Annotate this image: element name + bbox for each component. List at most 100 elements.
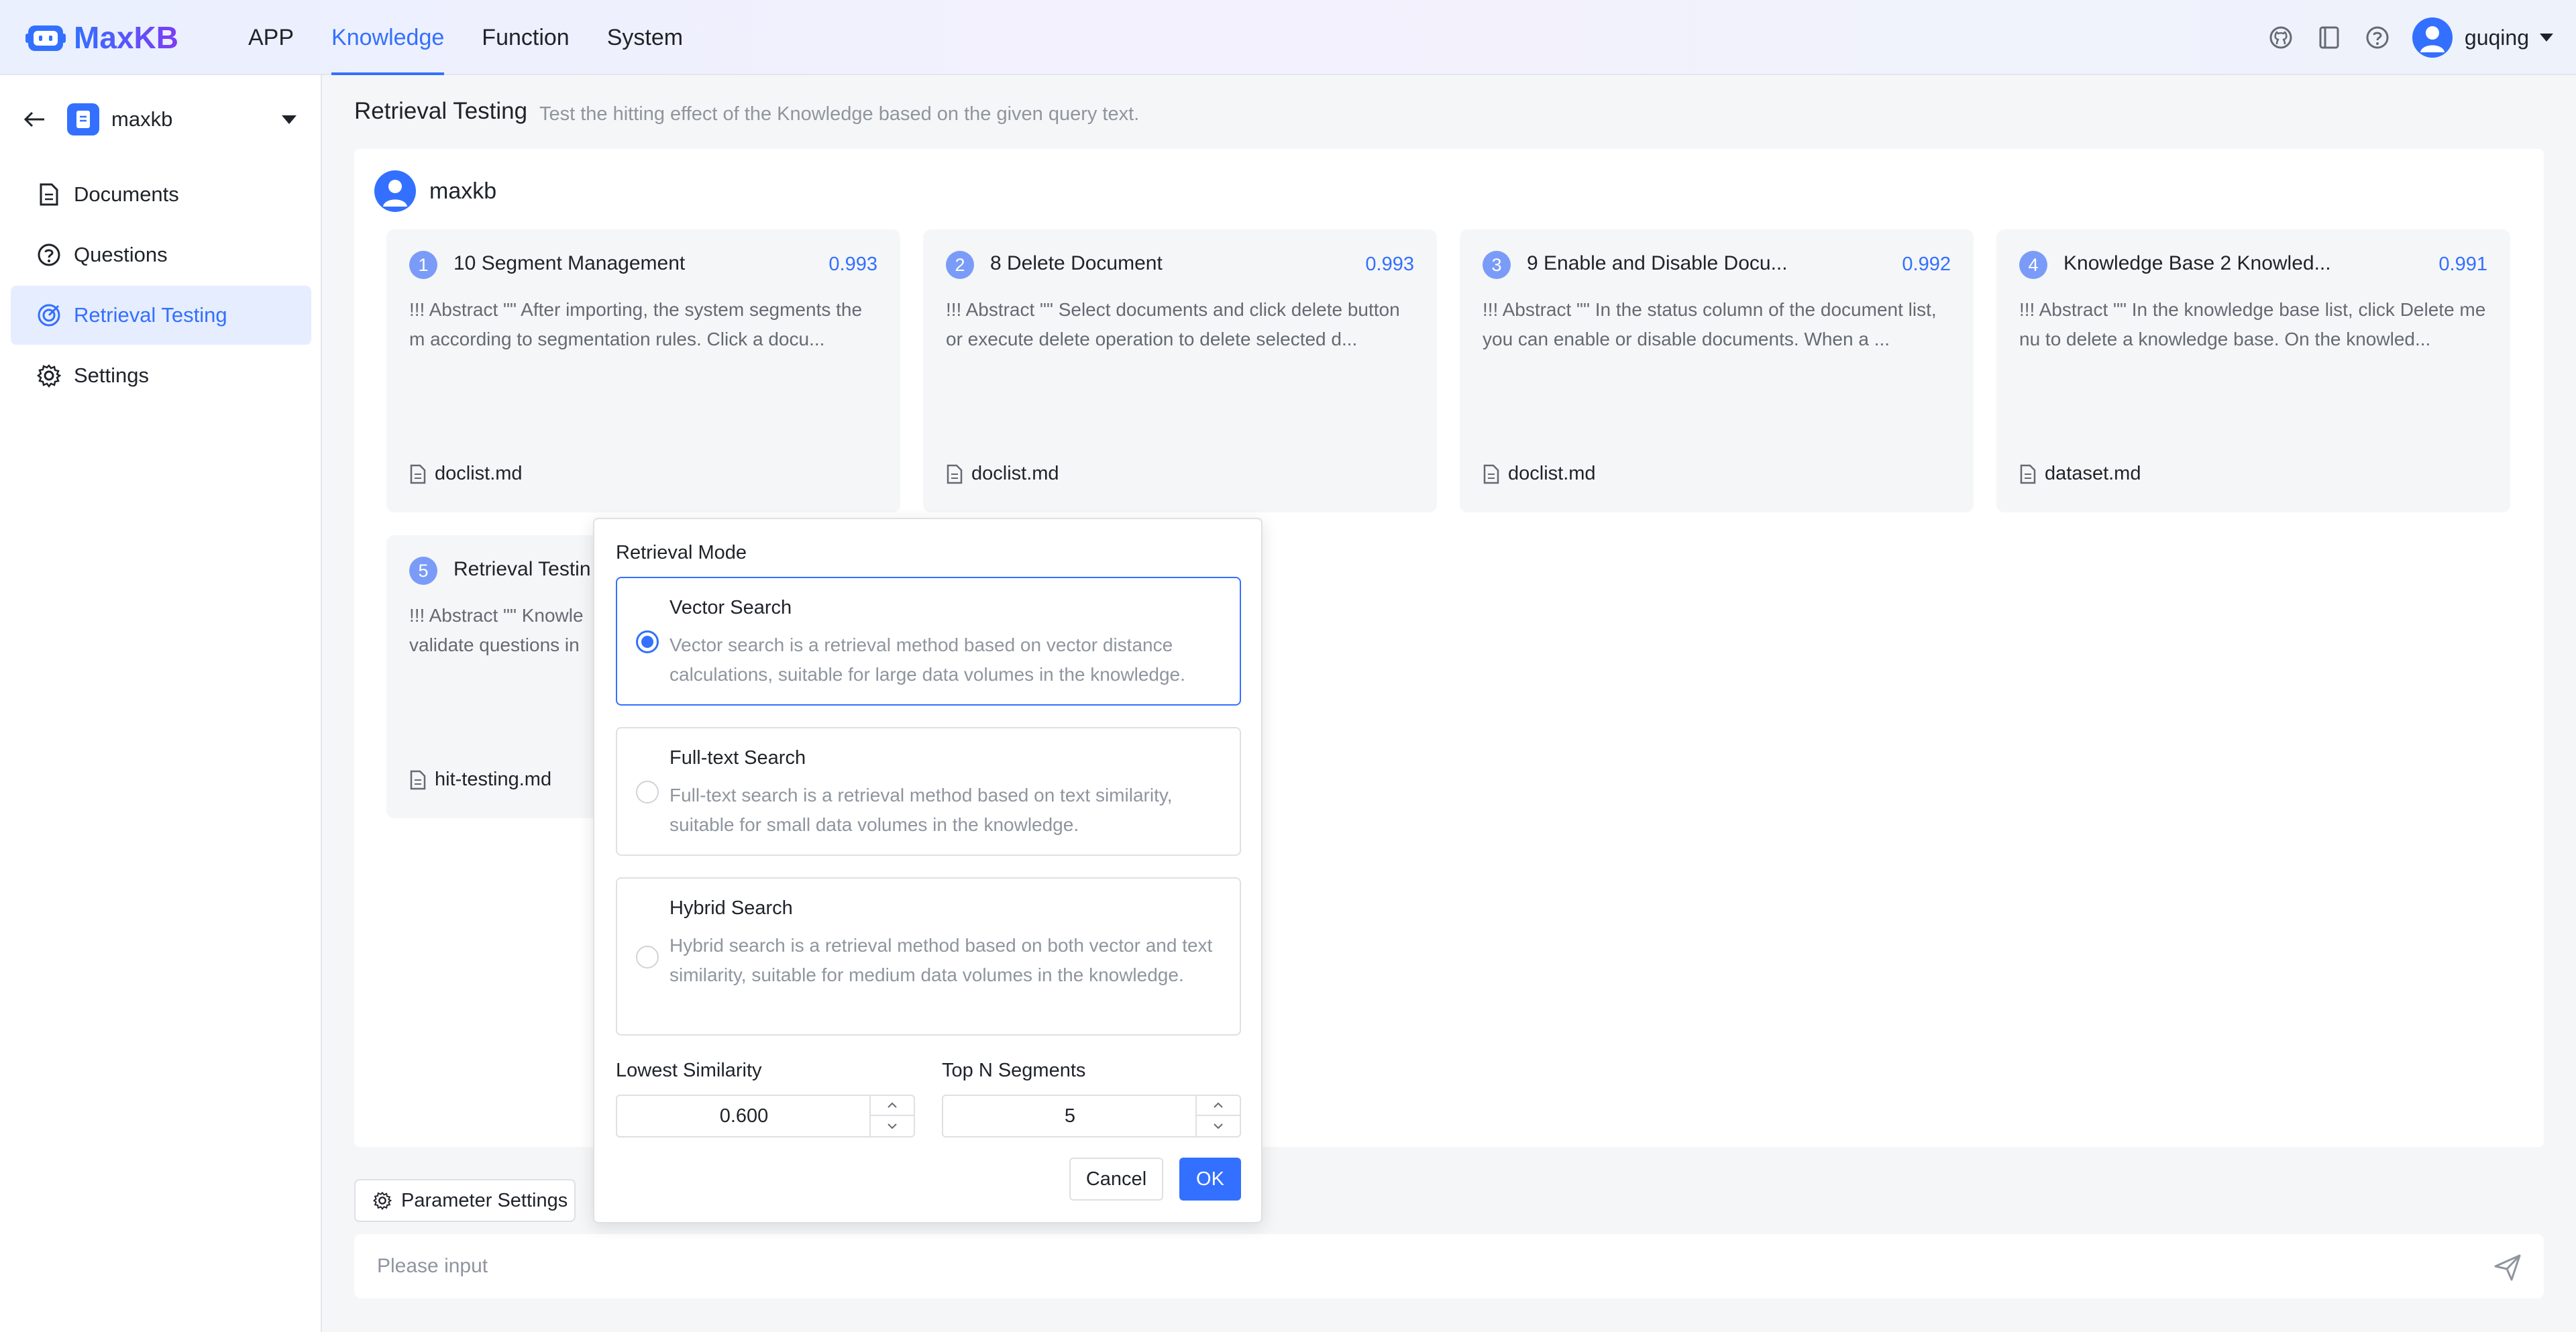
result-file: doclist.md bbox=[409, 463, 523, 485]
send-icon[interactable] bbox=[2493, 1253, 2522, 1282]
result-title: 10 Segment Management bbox=[453, 252, 686, 274]
cancel-button[interactable]: Cancel bbox=[1069, 1158, 1163, 1201]
file-name: hit-testing.md bbox=[435, 769, 552, 790]
nav-system[interactable]: System bbox=[607, 0, 683, 75]
file-icon bbox=[410, 770, 426, 789]
lowest-similarity-label: Lowest Similarity bbox=[616, 1060, 762, 1081]
result-file: doclist.md bbox=[1483, 463, 1596, 485]
result-abstract: !!! Abstract "" In the knowledge base li… bbox=[2019, 299, 2486, 349]
result-file: hit-testing.md bbox=[409, 769, 551, 791]
increment-button[interactable] bbox=[1197, 1096, 1240, 1116]
chevron-down-icon bbox=[1214, 1123, 1223, 1129]
chevron-down-icon bbox=[888, 1123, 897, 1129]
query-input-placeholder: Please input bbox=[377, 1255, 488, 1277]
lowest-similarity-stepper[interactable]: 0.600 bbox=[616, 1095, 915, 1137]
result-card[interactable]: 3 9 Enable and Disable Docu... 0.992 !!!… bbox=[1460, 229, 1974, 512]
query-input[interactable]: Please input bbox=[354, 1234, 2544, 1298]
stepper-controls bbox=[1195, 1096, 1240, 1136]
file-name: doclist.md bbox=[435, 463, 523, 484]
radio-fulltext[interactable] bbox=[636, 781, 659, 803]
top-n-label: Top N Segments bbox=[942, 1060, 1086, 1081]
parameter-settings-button[interactable]: Parameter Settings bbox=[354, 1179, 576, 1222]
result-abstract: !!! Abstract "" After importing, the sys… bbox=[409, 299, 863, 349]
result-score: 0.991 bbox=[2438, 254, 2487, 275]
result-index-badge: 4 bbox=[2019, 251, 2047, 279]
mode-description: Hybrid search is a retrieval method base… bbox=[669, 935, 1213, 985]
result-abstract: !!! Abstract "" In the status column of … bbox=[1483, 299, 1937, 349]
question-circle-icon bbox=[36, 242, 62, 268]
file-name: doclist.md bbox=[971, 463, 1059, 484]
robot-logo-icon bbox=[25, 25, 66, 51]
sidebar: maxkb Documents Questions Retrieval Test… bbox=[0, 75, 322, 1332]
logo[interactable]: MaxKB bbox=[24, 16, 178, 59]
sidebar-item-documents[interactable]: Documents bbox=[11, 165, 311, 224]
gear-icon bbox=[373, 1191, 392, 1210]
nav-function[interactable]: Function bbox=[482, 0, 569, 75]
decrement-button[interactable] bbox=[871, 1116, 914, 1136]
result-card[interactable]: 2 8 Delete Document 0.993 !!! Abstract "… bbox=[923, 229, 1437, 512]
book-icon[interactable] bbox=[2316, 24, 2343, 51]
mode-option-vector[interactable]: Vector Search Vector search is a retriev… bbox=[616, 577, 1241, 706]
parameter-settings-label: Parameter Settings bbox=[401, 1189, 568, 1211]
github-icon[interactable] bbox=[2267, 24, 2294, 51]
chevron-down-icon[interactable] bbox=[2540, 34, 2553, 42]
nav-knowledge[interactable]: Knowledge bbox=[331, 0, 445, 75]
result-score: 0.992 bbox=[1902, 254, 1951, 275]
chevron-up-icon bbox=[888, 1102, 897, 1108]
sidebar-item-label: Retrieval Testing bbox=[74, 303, 227, 327]
radio-hybrid[interactable] bbox=[636, 946, 659, 968]
knowledge-name: maxkb bbox=[111, 107, 173, 131]
stepper-controls bbox=[869, 1096, 914, 1136]
mode-title: Hybrid Search bbox=[669, 897, 793, 919]
mode-title: Vector Search bbox=[669, 597, 792, 618]
user-name[interactable]: guqing bbox=[2465, 25, 2529, 50]
result-score: 0.993 bbox=[828, 254, 877, 275]
result-index-badge: 1 bbox=[409, 251, 437, 279]
top-nav: APP Knowledge Function System bbox=[248, 0, 720, 75]
file-icon bbox=[2020, 464, 2036, 484]
user-avatar[interactable] bbox=[2412, 17, 2453, 58]
sidebar-item-retrieval-testing[interactable]: Retrieval Testing bbox=[11, 286, 311, 345]
retrieval-settings-popover: Retrieval Mode Vector Search Vector sear… bbox=[593, 518, 1263, 1223]
nav-app[interactable]: APP bbox=[248, 0, 294, 75]
radio-vector[interactable] bbox=[636, 630, 659, 653]
file-icon bbox=[1483, 464, 1499, 484]
gear-icon bbox=[36, 363, 62, 388]
help-icon[interactable] bbox=[2364, 24, 2391, 51]
result-index-badge: 5 bbox=[409, 557, 437, 585]
back-arrow-icon[interactable] bbox=[21, 106, 48, 133]
query-user-name: maxkb bbox=[429, 178, 497, 204]
ok-button[interactable]: OK bbox=[1179, 1158, 1241, 1201]
knowledge-icon bbox=[67, 103, 99, 135]
mode-description: Vector search is a retrieval method base… bbox=[669, 634, 1185, 685]
logo-text: MaxKB bbox=[74, 20, 178, 55]
file-icon bbox=[947, 464, 963, 484]
sidebar-item-settings[interactable]: Settings bbox=[11, 346, 311, 405]
file-icon bbox=[410, 464, 426, 484]
mode-option-fulltext[interactable]: Full-text Search Full-text search is a r… bbox=[616, 727, 1241, 856]
result-title: Knowledge Base 2 Knowled... bbox=[2063, 252, 2331, 274]
lowest-similarity-value[interactable]: 0.600 bbox=[617, 1096, 871, 1136]
document-icon bbox=[36, 182, 62, 207]
sidebar-menu: Documents Questions Retrieval Testing Se… bbox=[11, 165, 311, 406]
sidebar-item-label: Documents bbox=[74, 182, 179, 206]
mode-title: Full-text Search bbox=[669, 747, 806, 769]
result-index-badge: 2 bbox=[946, 251, 974, 279]
mode-description: Full-text search is a retrieval method b… bbox=[669, 785, 1173, 835]
result-file: doclist.md bbox=[946, 463, 1059, 485]
result-card[interactable]: 4 Knowledge Base 2 Knowled... 0.991 !!! … bbox=[1996, 229, 2510, 512]
result-abstract: !!! Abstract "" Select documents and cli… bbox=[946, 299, 1400, 349]
result-title: 8 Delete Document bbox=[990, 252, 1163, 274]
mode-option-hybrid[interactable]: Hybrid Search Hybrid search is a retriev… bbox=[616, 877, 1241, 1036]
retrieval-mode-label: Retrieval Mode bbox=[616, 542, 747, 563]
sidebar-item-label: Settings bbox=[74, 364, 150, 387]
top-n-stepper[interactable]: 5 bbox=[942, 1095, 1241, 1137]
sidebar-item-questions[interactable]: Questions bbox=[11, 225, 311, 284]
result-title: Retrieval Testin bbox=[453, 558, 591, 580]
result-card[interactable]: 1 10 Segment Management 0.993 !!! Abstra… bbox=[386, 229, 900, 512]
caret-down-icon[interactable] bbox=[282, 115, 297, 124]
top-n-value[interactable]: 5 bbox=[943, 1096, 1197, 1136]
increment-button[interactable] bbox=[871, 1096, 914, 1116]
knowledge-switcher[interactable]: maxkb bbox=[21, 98, 303, 141]
decrement-button[interactable] bbox=[1197, 1116, 1240, 1136]
